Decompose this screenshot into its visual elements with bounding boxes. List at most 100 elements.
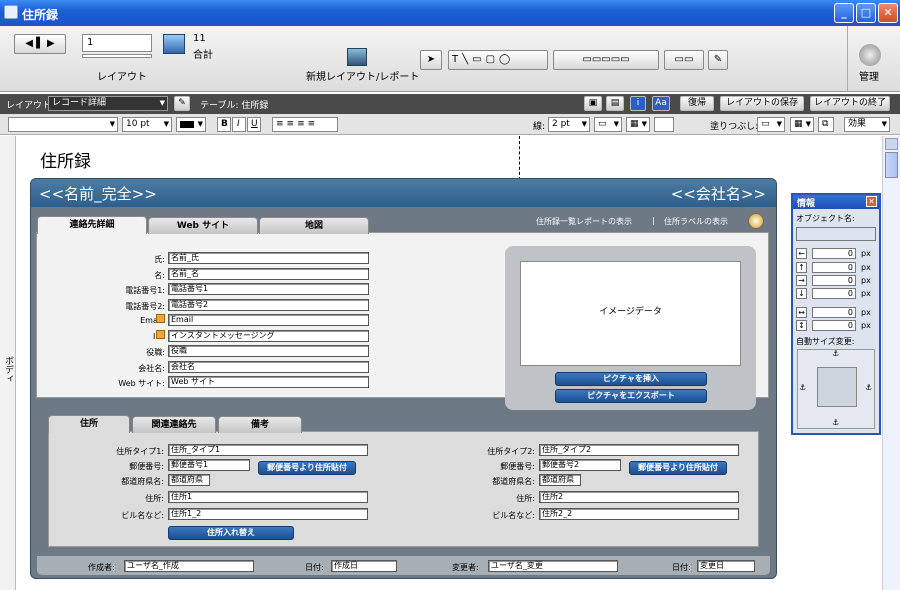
export-picture-button[interactable]: ピクチャをエクスポート <box>555 389 707 403</box>
label-report-link[interactable]: 住所ラベルの表示 <box>664 216 728 227</box>
line-pattern-select[interactable]: ▦ ▼ <box>626 117 650 132</box>
address1-field[interactable]: 住所1 <box>168 491 368 503</box>
contact-field[interactable]: 電話番号1 <box>168 283 369 295</box>
zip-paste-button-1[interactable]: 郵便番号より住所貼付 <box>258 461 356 475</box>
font-icon[interactable]: Aa <box>652 96 670 111</box>
tab-notes[interactable]: 備考 <box>218 416 302 433</box>
anchor-left-icon[interactable]: ⚓ <box>799 383 806 392</box>
record-slider[interactable] <box>82 54 152 58</box>
fill-color-select[interactable]: ▭ ▼ <box>757 117 785 132</box>
page-title[interactable]: 住所録 <box>40 147 91 172</box>
contact-field[interactable]: 会社名 <box>168 361 369 373</box>
line-swatch[interactable] <box>654 117 674 132</box>
fill-swatch[interactable]: ⧉ <box>818 117 834 132</box>
font-size-select[interactable]: 10 pt ▼ <box>122 117 172 132</box>
anchor-right-icon[interactable]: ⚓ <box>865 383 872 392</box>
manage-icon[interactable] <box>859 44 881 66</box>
address1-field[interactable]: 郵便番号1 <box>168 459 250 471</box>
record-navigator-buttons[interactable]: ◀ ▌ ▶ <box>14 34 66 54</box>
revert-button[interactable]: 復帰 <box>680 96 714 111</box>
position-value-field[interactable]: 0 <box>812 307 856 318</box>
tab-website[interactable]: Web サイト <box>148 217 258 234</box>
vertical-scrollbar[interactable] <box>882 136 900 590</box>
address2-field[interactable]: 都道府県 <box>539 474 581 486</box>
fill-pattern-select[interactable]: ▦ ▼ <box>790 117 814 132</box>
modified-by-field[interactable]: ユーザ名_変更 <box>488 560 618 572</box>
contact-field[interactable]: Email <box>168 314 369 326</box>
close-icon[interactable]: ✕ <box>866 196 877 207</box>
contact-field[interactable]: 名前_氏 <box>168 252 369 264</box>
position-value-field[interactable]: 0 <box>812 320 856 331</box>
position-value-field[interactable]: 0 <box>812 275 856 286</box>
address2-field[interactable]: 住所_タイプ2 <box>539 444 739 456</box>
field-tools[interactable]: ▭▭▭▭▭ <box>553 50 659 70</box>
manage-label[interactable]: 管理 <box>859 68 879 83</box>
modified-date-field[interactable]: 変更日 <box>697 560 755 572</box>
created-by-field[interactable]: ユーザ名_作成 <box>124 560 254 572</box>
save-layout-button[interactable]: レイアウトの保存 <box>720 96 804 111</box>
position-value-field[interactable]: 0 <box>812 248 856 259</box>
tab-contact-details[interactable]: 連絡先詳細 <box>37 216 147 234</box>
created-date-field[interactable]: 作成日 <box>331 560 397 572</box>
im-icon[interactable] <box>156 330 165 339</box>
contact-field[interactable]: 役職 <box>168 345 369 357</box>
close-button[interactable]: ✕ <box>878 3 898 23</box>
contact-field[interactable]: 電話番号2 <box>168 299 369 311</box>
address2-field[interactable]: 郵便番号2 <box>539 459 621 471</box>
exit-layout-button[interactable]: レイアウトの終了 <box>810 96 890 111</box>
line-width-select[interactable]: 2 pt ▼ <box>548 117 590 132</box>
new-layout-icon[interactable] <box>347 48 367 66</box>
info-palette-header[interactable]: 情報 ✕ <box>793 195 879 209</box>
zip-paste-button-2[interactable]: 郵便番号より住所貼付 <box>629 461 727 475</box>
font-select[interactable]: ▼ <box>8 117 118 132</box>
anchor-bottom-icon[interactable]: ⚓ <box>832 418 839 427</box>
list-report-link[interactable]: 住所録一覧レポートの表示 <box>536 216 632 227</box>
user-icon[interactable] <box>748 213 764 229</box>
anchor-preview[interactable] <box>817 367 857 407</box>
address2-field[interactable]: 住所2_2 <box>539 508 739 520</box>
record-number-input[interactable]: 1 <box>82 34 152 52</box>
effect-select[interactable]: 効果 ▼ <box>844 117 890 132</box>
object-name-input[interactable] <box>796 227 876 241</box>
company-field[interactable]: <<会社名>> <box>671 183 766 204</box>
email-icon[interactable] <box>156 314 165 323</box>
scroll-up-icon[interactable] <box>885 138 898 150</box>
italic-button[interactable]: I <box>232 117 246 132</box>
minimize-button[interactable]: _ <box>834 3 854 23</box>
portal-tools[interactable]: ▭▭ <box>664 50 704 70</box>
format-painter-icon[interactable]: ✎ <box>708 50 728 70</box>
bold-button[interactable]: B <box>217 117 231 132</box>
arrange-icon[interactable]: ▣ <box>584 96 602 111</box>
contact-field[interactable]: 名前_名 <box>168 268 369 280</box>
position-value-field[interactable]: 0 <box>812 288 856 299</box>
anchor-top-icon[interactable]: ⚓ <box>832 349 839 358</box>
text-color-select[interactable]: ▼ <box>176 117 206 132</box>
address1-field[interactable]: 住所1_2 <box>168 508 368 520</box>
edit-layout-icon[interactable]: ✎ <box>174 96 190 111</box>
align-buttons[interactable]: ≡≡≡≡ <box>272 117 338 132</box>
contact-field[interactable]: Web サイト <box>168 376 369 388</box>
contact-field[interactable]: インスタントメッセージング <box>168 330 369 342</box>
new-layout-label[interactable]: 新規レイアウト/レポート <box>306 68 419 83</box>
body-part-label[interactable]: ボディ <box>2 356 15 383</box>
info-icon[interactable]: i <box>630 96 646 111</box>
scroll-thumb[interactable] <box>885 152 898 178</box>
layout-select[interactable]: レコード詳細 ▼ <box>48 96 168 111</box>
image-field[interactable]: イメージデータ <box>520 261 741 366</box>
underline-button[interactable]: U <box>247 117 261 132</box>
tab-map[interactable]: 地図 <box>259 217 369 234</box>
position-value-field[interactable]: 0 <box>812 262 856 273</box>
address1-field[interactable]: 都道府県 <box>168 474 210 486</box>
tab-order-icon[interactable]: ▤ <box>606 96 624 111</box>
address1-field[interactable]: 住所_タイプ1 <box>168 444 368 456</box>
swap-address-button[interactable]: 住所入れ替え <box>168 526 294 540</box>
tab-address[interactable]: 住所 <box>48 415 130 433</box>
address2-field[interactable]: 住所2 <box>539 491 739 503</box>
line-color-select[interactable]: ▭ ▼ <box>594 117 622 132</box>
draw-tools[interactable]: T╲▭▢◯ <box>448 50 548 70</box>
insert-picture-button[interactable]: ピクチャを挿入 <box>555 372 707 386</box>
name-field[interactable]: <<名前_完全>> <box>39 183 157 204</box>
pointer-tool[interactable]: ➤ <box>420 50 442 70</box>
maximize-button[interactable]: □ <box>856 3 876 23</box>
record-list-icon[interactable] <box>163 34 185 54</box>
